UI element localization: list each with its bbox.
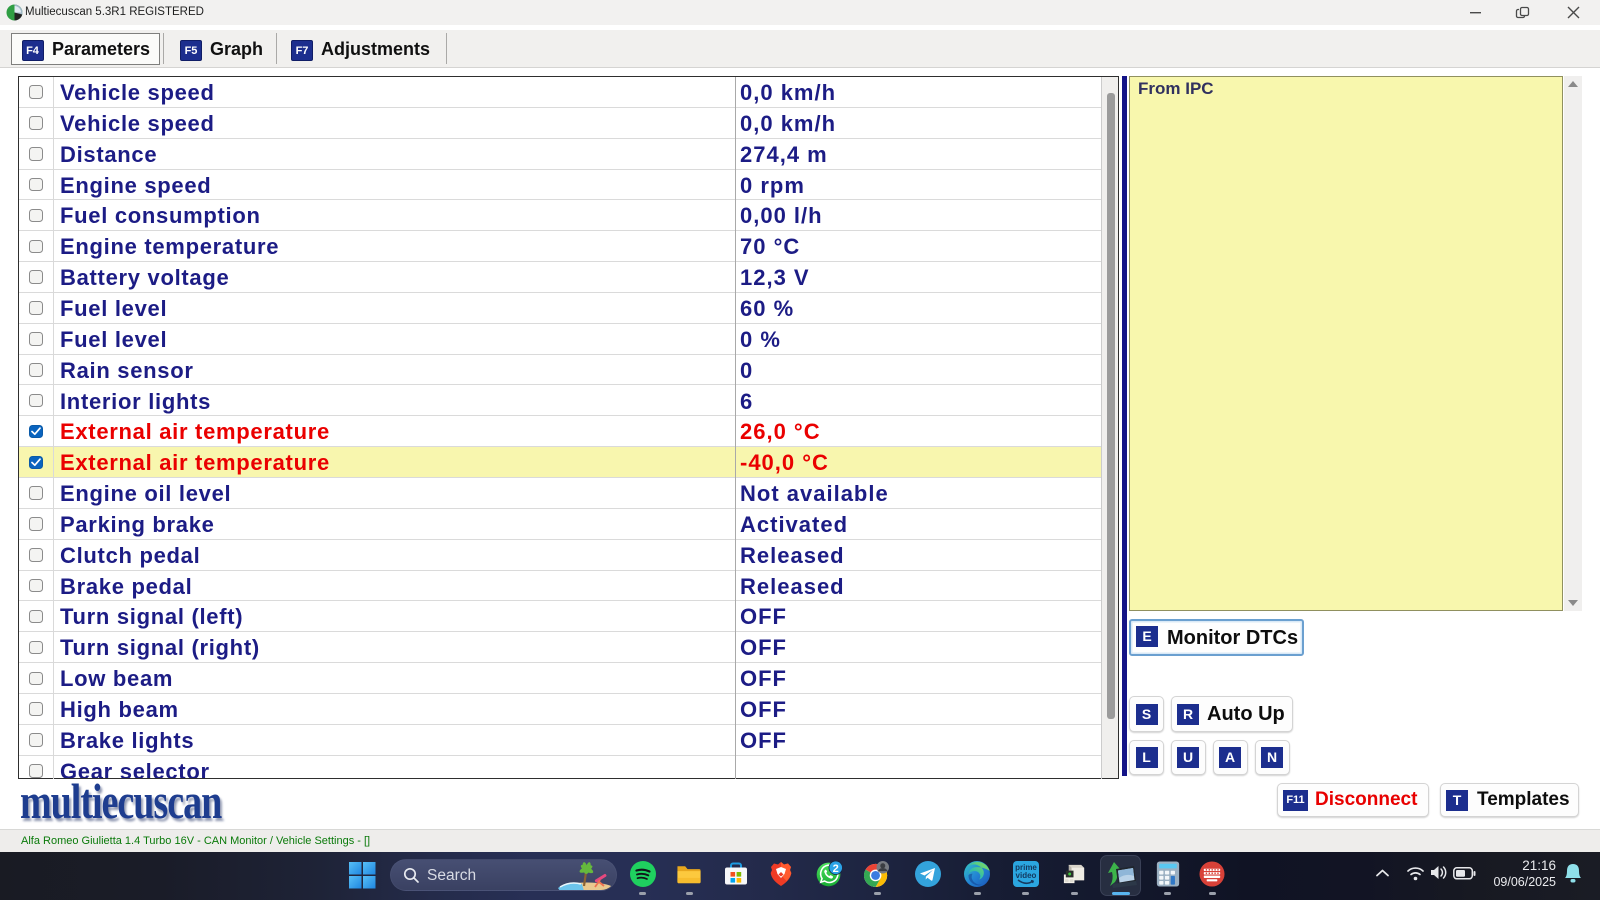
svg-text:2: 2 [833,863,839,875]
